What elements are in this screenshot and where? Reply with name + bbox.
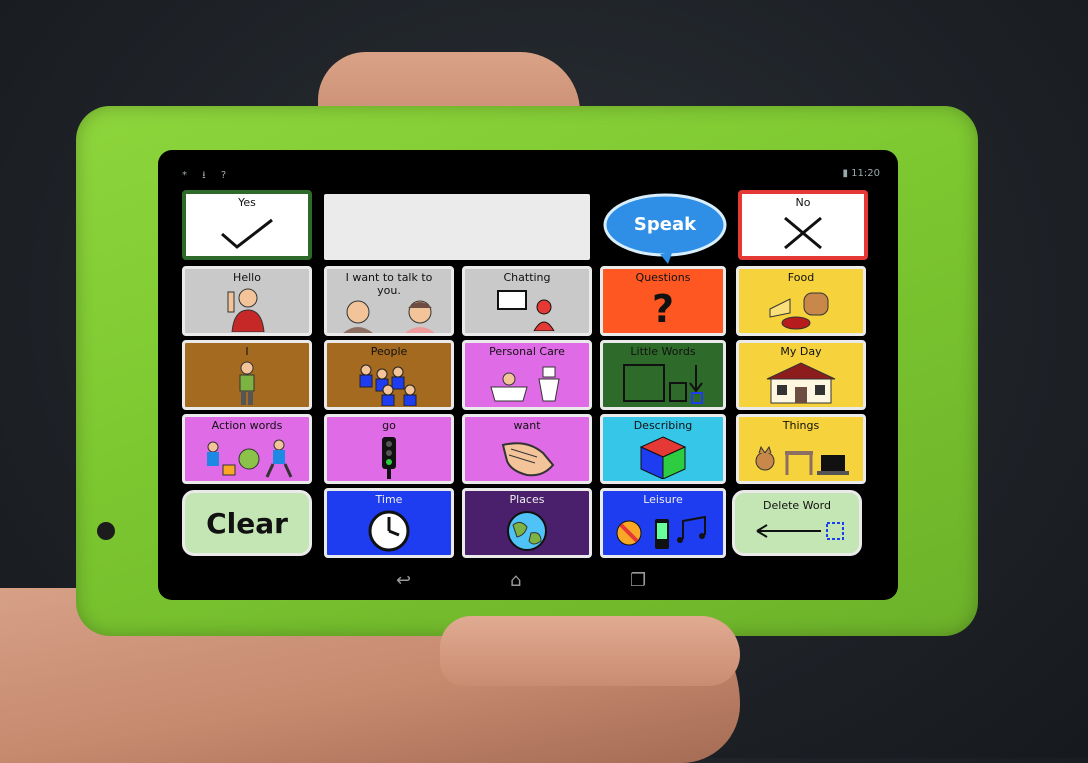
waving-person-icon (185, 285, 309, 333)
tile-people-label: People (370, 345, 408, 358)
home-icon[interactable]: ⌂ (510, 570, 521, 591)
tile-action-words-label: Action words (211, 419, 283, 432)
clock-icon (327, 507, 451, 555)
clear-button[interactable]: Clear (182, 490, 312, 556)
tile-go[interactable]: go (324, 414, 454, 484)
two-people-icon (327, 299, 451, 333)
tile-leisure[interactable]: Leisure (600, 488, 726, 558)
tile-yes-label: Yes (238, 196, 256, 209)
status-bar: * ⭳ ? ▮ 11:20 (158, 168, 898, 182)
globe-icon (465, 507, 589, 555)
tile-no[interactable]: No (738, 190, 868, 260)
tile-want-label: want (513, 419, 541, 432)
group-icon (327, 359, 451, 407)
back-icon[interactable]: ↩ (396, 570, 411, 591)
speech-bubble-icon (465, 285, 589, 333)
question-mark-icon: ? (651, 287, 675, 331)
tile-time[interactable]: Time (324, 488, 454, 558)
food-icon (739, 285, 863, 333)
tile-food[interactable]: Food (736, 266, 866, 336)
tile-little-words[interactable]: Little Words (600, 340, 726, 410)
house-icon (739, 359, 863, 407)
navigation-bar: ↩ ⌂ ❐ (158, 570, 898, 596)
tile-i[interactable]: I (182, 340, 312, 410)
tile-questions[interactable]: Questions ? (600, 266, 726, 336)
tile-i-label: I (245, 345, 249, 358)
backspace-arrow-icon (735, 509, 859, 553)
tile-people[interactable]: People (324, 340, 454, 410)
tile-action-words[interactable]: Action words (182, 414, 312, 484)
tile-food-label: Food (787, 271, 815, 284)
clear-label: Clear (206, 507, 288, 540)
checkmark-icon (186, 210, 308, 256)
tile-no-label: No (795, 196, 811, 209)
message-window[interactable] (324, 194, 590, 260)
shapes-icon (603, 359, 723, 407)
person-icon (185, 359, 309, 407)
cross-icon (742, 210, 864, 256)
bath-toilet-icon (465, 359, 589, 407)
speak-button[interactable]: Speak (602, 192, 728, 264)
tile-things[interactable]: Things (736, 414, 866, 484)
leisure-icon (603, 507, 723, 555)
tile-my-day[interactable]: My Day (736, 340, 866, 410)
objects-icon (739, 433, 863, 481)
tile-talk-label: I want to talk to you. (345, 271, 433, 297)
tile-things-label: Things (782, 419, 820, 432)
traffic-light-icon (327, 433, 451, 481)
action-icon (185, 433, 309, 481)
tile-hello-label: Hello (233, 271, 261, 284)
tile-describing[interactable]: Describing (600, 414, 726, 484)
speak-label: Speak (633, 214, 697, 235)
tile-places[interactable]: Places (462, 488, 592, 558)
camera-hole (97, 522, 115, 540)
tile-want[interactable]: want (462, 414, 592, 484)
tile-leisure-label: Leisure (643, 493, 683, 506)
tile-chatting[interactable]: Chatting (462, 266, 592, 336)
status-icons: * ⭳ ? (182, 170, 233, 181)
tile-talk[interactable]: I want to talk to you. (324, 266, 454, 336)
clock: ▮ 11:20 (842, 168, 880, 179)
tile-personal-care-label: Personal Care (489, 345, 565, 358)
reaching-hand-icon (465, 433, 589, 481)
recent-apps-icon[interactable]: ❐ (630, 570, 646, 591)
hand-thumb-bottom (440, 616, 740, 686)
tile-time-label: Time (375, 493, 403, 506)
tile-go-label: go (382, 419, 396, 432)
delete-word-button[interactable]: Delete Word (732, 490, 862, 556)
cube-icon (603, 433, 723, 481)
tile-questions-label: Questions (635, 271, 691, 284)
tile-my-day-label: My Day (780, 345, 822, 358)
tile-yes[interactable]: Yes (182, 190, 312, 260)
tile-hello[interactable]: Hello (182, 266, 312, 336)
tablet-screen: * ⭳ ? ▮ 11:20 Yes Speak No Hello I want … (158, 150, 898, 600)
tile-chatting-label: Chatting (503, 271, 551, 284)
tile-personal-care[interactable]: Personal Care (462, 340, 592, 410)
tile-places-label: Places (509, 493, 545, 506)
tile-describing-label: Describing (633, 419, 693, 432)
tile-little-words-label: Little Words (630, 345, 696, 358)
